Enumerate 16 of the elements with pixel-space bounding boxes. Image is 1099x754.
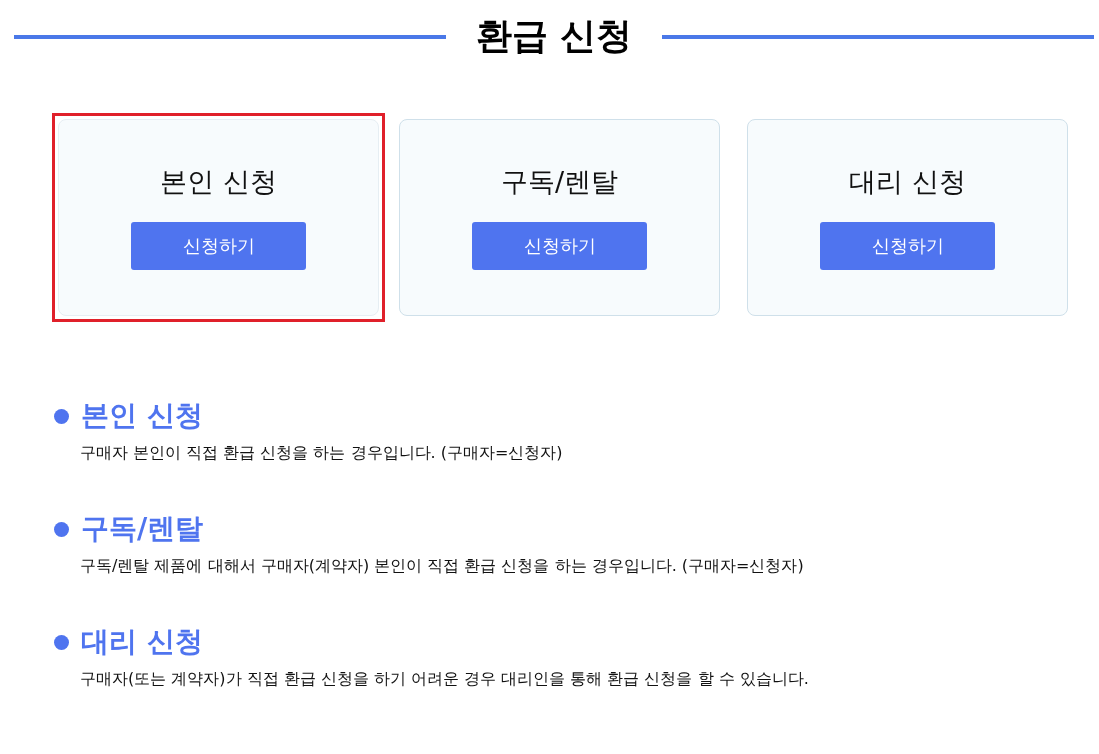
bullet-icon <box>54 634 69 650</box>
section-heading: 본인 신청 <box>81 398 203 434</box>
card-title: 대리 신청 <box>849 165 966 199</box>
apply-button[interactable]: 신청하기 <box>131 222 306 270</box>
page-title: 환급 신청 <box>475 14 633 58</box>
section-description: 구매자 본인이 직접 환급 신청을 하는 경우입니다. (구매자=신청자) <box>80 443 564 464</box>
apply-button[interactable]: 신청하기 <box>820 222 995 270</box>
section-description: 구매자(또는 계약자)가 직접 환급 신청을 하기 어려운 경우 대리인을 통해 환급 신청을 할 수 있습니다. <box>80 669 810 690</box>
section-heading: 구독/렌탈 <box>81 511 204 547</box>
section-heading: 대리 신청 <box>81 624 203 660</box>
card-title: 본인 신청 <box>160 165 277 199</box>
bullet-icon <box>54 408 69 424</box>
apply-button[interactable]: 신청하기 <box>472 222 647 270</box>
card-title: 구독/렌탈 <box>500 165 619 199</box>
bullet-icon <box>54 521 69 537</box>
section-description: 구독/렌탈 제품에 대해서 구매자(계약자) 본인이 직접 환급 신청을 하는 경우입니다. (구매자=신청자) <box>80 556 805 577</box>
